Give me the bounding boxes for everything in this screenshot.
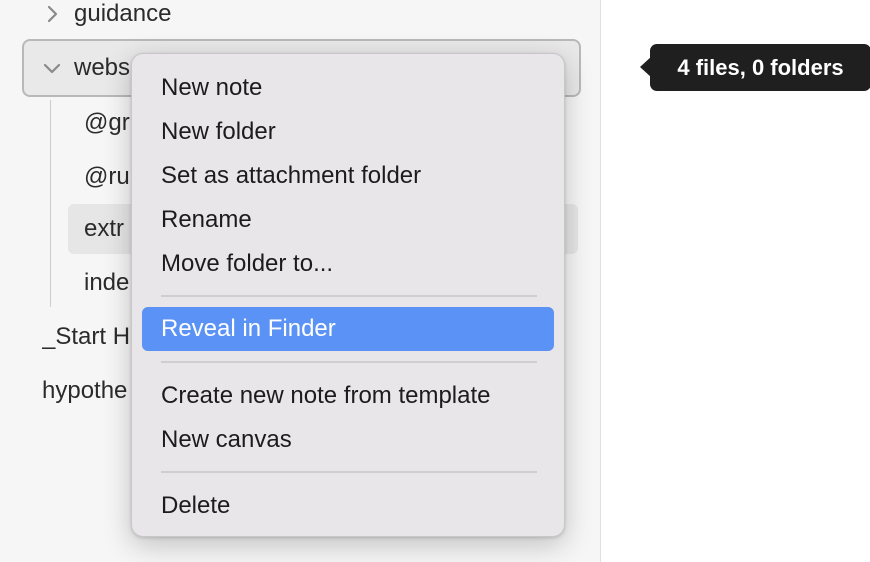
file-label: hypothe <box>42 377 128 404</box>
menu-separator <box>161 471 537 473</box>
file-label: @gr <box>84 109 130 136</box>
context-menu: New note New folder Set as attachment fo… <box>131 53 565 537</box>
file-item[interactable]: @ru <box>84 154 130 200</box>
file-label: @ru <box>84 163 130 190</box>
file-label: _Start H <box>42 323 131 350</box>
file-item[interactable]: hypothe <box>42 368 127 414</box>
menu-item-rename[interactable]: Rename <box>142 198 554 242</box>
file-item[interactable]: inde <box>84 260 129 306</box>
file-label: extr <box>84 215 125 242</box>
menu-item-create-note-from-template[interactable]: Create new note from template <box>142 374 554 418</box>
menu-item-reveal-in-finder[interactable]: Reveal in Finder <box>142 307 554 351</box>
menu-item-new-folder[interactable]: New folder <box>142 110 554 154</box>
file-label: inde <box>84 269 130 296</box>
menu-separator <box>161 295 537 297</box>
menu-item-set-attachment-folder[interactable]: Set as attachment folder <box>142 154 554 198</box>
file-item[interactable]: @gr <box>84 100 130 146</box>
indent-guide <box>50 100 51 307</box>
chevron-right-icon[interactable] <box>42 4 62 24</box>
folder-guidance[interactable]: guidance <box>42 0 171 32</box>
app-window: guidance webs @gr @ru extr inde _Start H <box>0 0 870 562</box>
menu-separator <box>161 361 537 363</box>
file-item[interactable]: _Start H <box>42 314 130 360</box>
folder-label: guidance <box>74 0 172 27</box>
chevron-down-icon[interactable] <box>42 58 62 78</box>
menu-item-delete[interactable]: Delete <box>142 484 554 528</box>
folder-label: webs <box>74 54 131 81</box>
menu-item-new-note[interactable]: New note <box>142 66 554 110</box>
menu-item-new-canvas[interactable]: New canvas <box>142 418 554 462</box>
menu-item-move-folder[interactable]: Move folder to... <box>142 242 554 286</box>
tooltip-text: 4 files, 0 folders <box>650 44 870 91</box>
